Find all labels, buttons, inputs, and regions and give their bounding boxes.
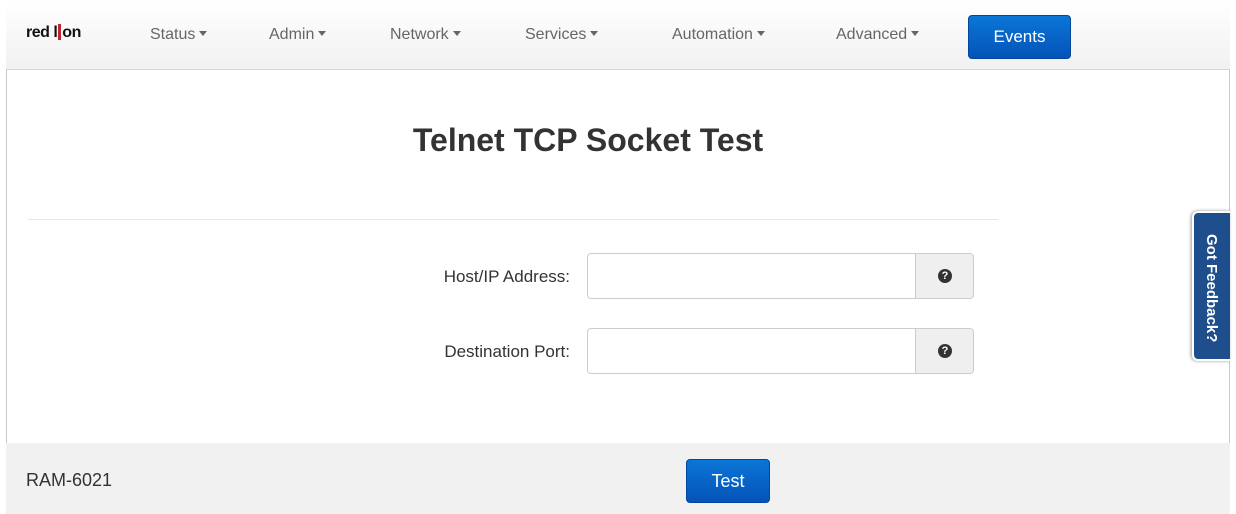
device-name: RAM-6021 — [26, 470, 113, 490]
test-button[interactable]: Test — [686, 459, 770, 503]
caret-down-icon — [590, 31, 599, 36]
caret-down-icon — [199, 31, 208, 36]
host-ip-input[interactable] — [588, 254, 916, 298]
feedback-label: Got Feedback? — [1203, 233, 1220, 343]
nav-status[interactable]: Status — [150, 26, 208, 44]
page-title: Telnet TCP Socket Test — [412, 122, 764, 158]
destination-port-input-group: ? — [587, 328, 974, 374]
top-navbar: red l on Status Admin Network Services Au… — [6, 0, 1230, 70]
host-ip-label: Host/IP Address: — [443, 267, 570, 286]
caret-down-icon — [318, 31, 327, 36]
feedback-tab[interactable]: Got Feedback? — [1192, 211, 1230, 361]
logo-accent-icon — [58, 24, 62, 40]
nav-admin[interactable]: Admin — [269, 26, 327, 44]
caret-down-icon — [452, 31, 461, 36]
caret-down-icon — [911, 31, 920, 36]
caret-down-icon — [756, 31, 765, 36]
events-button[interactable]: Events — [968, 15, 1071, 59]
nav-advanced-label: Advanced — [836, 26, 908, 43]
host-ip-help-button[interactable]: ? — [915, 254, 973, 298]
nav-automation-label: Automation — [672, 26, 753, 43]
question-circle-icon: ? — [938, 269, 952, 283]
logo-text-left: red l — [26, 24, 58, 41]
destination-port-help-button[interactable]: ? — [915, 329, 973, 373]
title-divider — [28, 219, 998, 220]
question-circle-icon: ? — [938, 344, 952, 358]
nav-network-label: Network — [390, 26, 449, 43]
nav-admin-label: Admin — [269, 26, 315, 43]
destination-port-label: Destination Port: — [444, 342, 570, 361]
nav-services[interactable]: Services — [525, 26, 599, 44]
nav-status-label: Status — [150, 26, 196, 43]
nav-advanced[interactable]: Advanced — [836, 26, 920, 44]
destination-port-input[interactable] — [588, 329, 916, 373]
nav-automation[interactable]: Automation — [672, 26, 765, 44]
nav-services-label: Services — [525, 26, 587, 43]
logo-text-right: on — [62, 24, 81, 41]
red-lion-logo[interactable]: red l on — [26, 24, 81, 42]
nav-network[interactable]: Network — [390, 26, 461, 44]
footer-bar: RAM-6021 Test — [6, 443, 1230, 514]
host-ip-input-group: ? — [587, 253, 974, 299]
